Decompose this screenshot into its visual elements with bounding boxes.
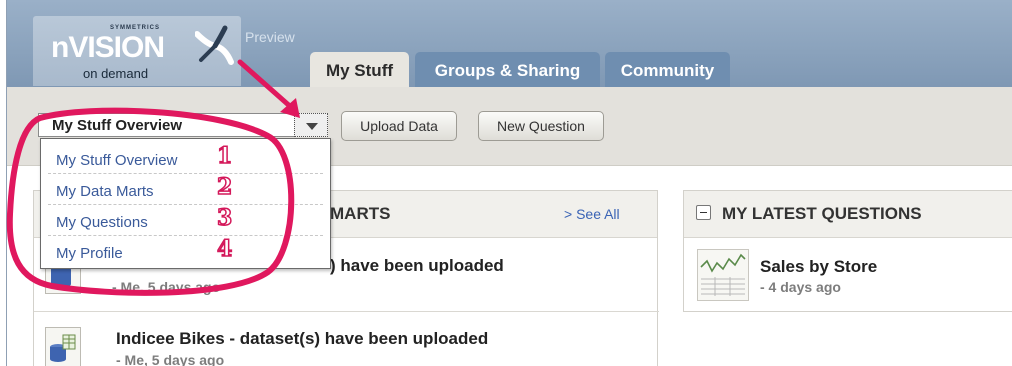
question-item-title[interactable]: Sales by Store <box>760 257 877 277</box>
upload-data-button[interactable]: Upload Data <box>341 111 457 141</box>
preview-label: Preview <box>245 29 295 45</box>
data-marts-panel-title: MARTS <box>330 204 391 223</box>
dropdown-item-my-stuff-overview[interactable]: My Stuff Overview <box>48 144 323 174</box>
view-dropdown-menu: My Stuff Overview My Data Marts My Quest… <box>40 138 331 269</box>
view-select[interactable]: My Stuff Overview <box>38 113 328 137</box>
dropdown-item-label: My Profile <box>56 245 123 262</box>
logo[interactable]: SYMMETRICS nVISION on demand <box>33 16 241 86</box>
annotation-number: 3 <box>216 204 233 232</box>
data-mart-item-meta: - Me, 5 days ago <box>116 352 225 366</box>
tab-groups-sharing[interactable]: Groups & Sharing <box>415 52 600 87</box>
dropdown-item-my-questions[interactable]: My Questions <box>48 206 323 236</box>
logo-brand: nVISION <box>51 31 165 64</box>
dropdown-item-label: My Stuff Overview <box>56 152 178 169</box>
data-mart-item-meta: - Me, 5 days ago <box>112 279 221 295</box>
question-item-meta: - 4 days ago <box>760 279 841 295</box>
see-all-link[interactable]: > See All <box>564 206 620 222</box>
chart-thumbnail-icon <box>697 249 749 301</box>
logo-tagline: on demand <box>83 66 149 81</box>
tab-my-stuff[interactable]: My Stuff <box>310 52 409 87</box>
app-window: SYMMETRICS nVISION on demand Preview My … <box>6 0 1012 366</box>
data-mart-item-title[interactable]: Indicee Bikes - dataset(s) have been upl… <box>116 329 488 349</box>
latest-questions-panel-title: MY LATEST QUESTIONS <box>722 204 922 223</box>
dataset-icon <box>45 327 81 366</box>
latest-questions-panel: MY LATEST QUESTIONS Sales by Store - 4 d… <box>683 190 1012 312</box>
data-mart-item-title[interactable]: ) have been uploaded <box>330 256 504 276</box>
dropdown-item-my-data-marts[interactable]: My Data Marts <box>48 175 323 205</box>
latest-questions-panel-header: MY LATEST QUESTIONS <box>684 191 1012 238</box>
logo-mark-icon <box>195 25 234 65</box>
header: SYMMETRICS nVISION on demand Preview My … <box>7 0 1012 87</box>
dropdown-item-my-profile[interactable]: My Profile <box>48 237 323 267</box>
tab-community[interactable]: Community <box>605 52 730 87</box>
chevron-down-icon[interactable] <box>294 113 328 137</box>
new-question-button[interactable]: New Question <box>478 111 604 141</box>
collapse-icon[interactable] <box>696 205 711 220</box>
dropdown-item-label: My Data Marts <box>56 183 154 200</box>
annotation-number: 1 <box>216 142 233 170</box>
annotation-number: 2 <box>216 173 233 201</box>
annotation-number: 4 <box>216 235 233 263</box>
row-divider <box>34 311 659 312</box>
dropdown-item-label: My Questions <box>56 214 148 231</box>
